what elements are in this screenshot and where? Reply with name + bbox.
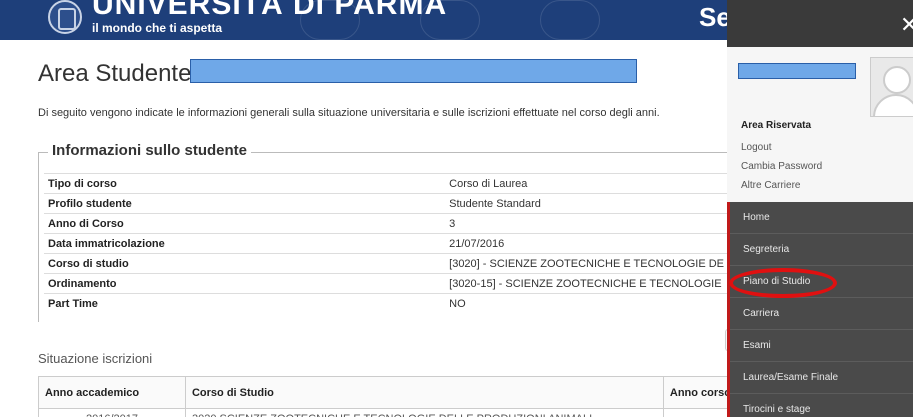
student-info-legend: Informazioni sullo studente — [48, 142, 252, 159]
info-value: 3 — [445, 213, 728, 234]
sidebar-item-esami[interactable]: Esami — [727, 330, 913, 362]
table-row: Data immatricolazione 21/07/2016 — [44, 233, 728, 254]
sidebar-item-laurea-esame-finale[interactable]: Laurea/Esame Finale — [727, 362, 913, 394]
info-label: Part Time — [44, 293, 446, 314]
university-motto: il mondo che ti aspetta — [92, 21, 223, 35]
menu-accent-edge — [727, 202, 730, 417]
iscrizione-corso[interactable]: 3020 SCIENZE ZOOTECNICHE E TECNOLOGIE DE… — [184, 408, 664, 417]
info-label: Anno di Corso — [44, 213, 446, 234]
iscrizione-anno[interactable]: 2016/2017 — [38, 408, 186, 417]
info-label: Tipo di corso — [44, 173, 446, 194]
redacted-student-name — [190, 59, 637, 83]
table-row: 2016/2017 3020 SCIENZE ZOOTECNICHE E TEC… — [38, 408, 739, 417]
table-row: Tipo di corso Corso di Laurea — [44, 173, 728, 194]
info-value: NO — [445, 293, 728, 314]
table-row: Ordinamento [3020-15] - SCIENZE ZOOTECNI… — [44, 273, 728, 294]
logout-link[interactable]: Logout — [741, 142, 772, 153]
user-avatar-icon — [870, 57, 913, 117]
redacted-user-name — [738, 63, 856, 79]
sidebar-item-segreteria[interactable]: Segreteria — [727, 234, 913, 266]
sidebar-item-tirocini-e-stage[interactable]: Tirocini e stage — [727, 394, 913, 417]
other-careers-link[interactable]: Altre Carriere — [741, 180, 800, 191]
highlight-circle-annotation — [729, 268, 837, 298]
page-title: Area Studente — [38, 60, 192, 87]
title-row: Area Studente — [38, 60, 192, 87]
info-label: Corso di studio — [44, 253, 446, 274]
table-row: Profilo studente Studente Standard — [44, 193, 728, 214]
sidebar-menu: Home Segreteria Piano di Studio Carriera… — [727, 202, 913, 417]
table-row: Corso di studio [3020] - SCIENZE ZOOTECN… — [44, 253, 728, 274]
sidebar-item-carriera[interactable]: Carriera — [727, 298, 913, 330]
university-seal-icon — [48, 0, 82, 34]
table-row: Part Time NO — [44, 293, 728, 314]
university-name: UNIVERSITÀ DI PARMA — [92, 0, 448, 21]
sidebar-top-bar: ✕ — [727, 0, 913, 47]
info-value: [3020] - SCIENZE ZOOTECNICHE E TECNOLOGI… — [445, 253, 728, 274]
iscrizioni-table: Anno accademico Corso di Studio Anno cor… — [38, 376, 739, 417]
student-info-table: Tipo di corso Corso di Laurea Profilo st… — [44, 173, 728, 314]
info-value: Studente Standard — [445, 193, 728, 214]
area-riservata-heading: Area Riservata — [741, 120, 812, 131]
close-icon[interactable]: ✕ — [900, 14, 913, 36]
column-header-corso-di-studio[interactable]: Corso di Studio — [184, 376, 664, 409]
info-value: [3020-15] - SCIENZE ZOOTECNICHE E TECNOL… — [445, 273, 728, 294]
sidebar-item-home[interactable]: Home — [727, 202, 913, 234]
column-header-anno-accademico[interactable]: Anno accademico — [38, 376, 186, 409]
info-label: Data immatricolazione — [44, 233, 446, 254]
iscrizioni-title: Situazione iscrizioni — [38, 351, 153, 366]
info-value: Corso di Laurea — [445, 173, 728, 194]
header-decoration — [540, 0, 600, 40]
sidebar-panel: ✕ Area Riservata Logout Cambia Password … — [727, 0, 913, 417]
table-header-row: Anno accademico Corso di Studio Anno cor… — [38, 376, 739, 409]
table-row: Anno di Corso 3 — [44, 213, 728, 234]
info-label: Profilo studente — [44, 193, 446, 214]
change-password-link[interactable]: Cambia Password — [741, 161, 822, 172]
info-label: Ordinamento — [44, 273, 446, 294]
info-value: 21/07/2016 — [445, 233, 728, 254]
intro-text: Di seguito vengono indicate le informazi… — [38, 107, 660, 119]
